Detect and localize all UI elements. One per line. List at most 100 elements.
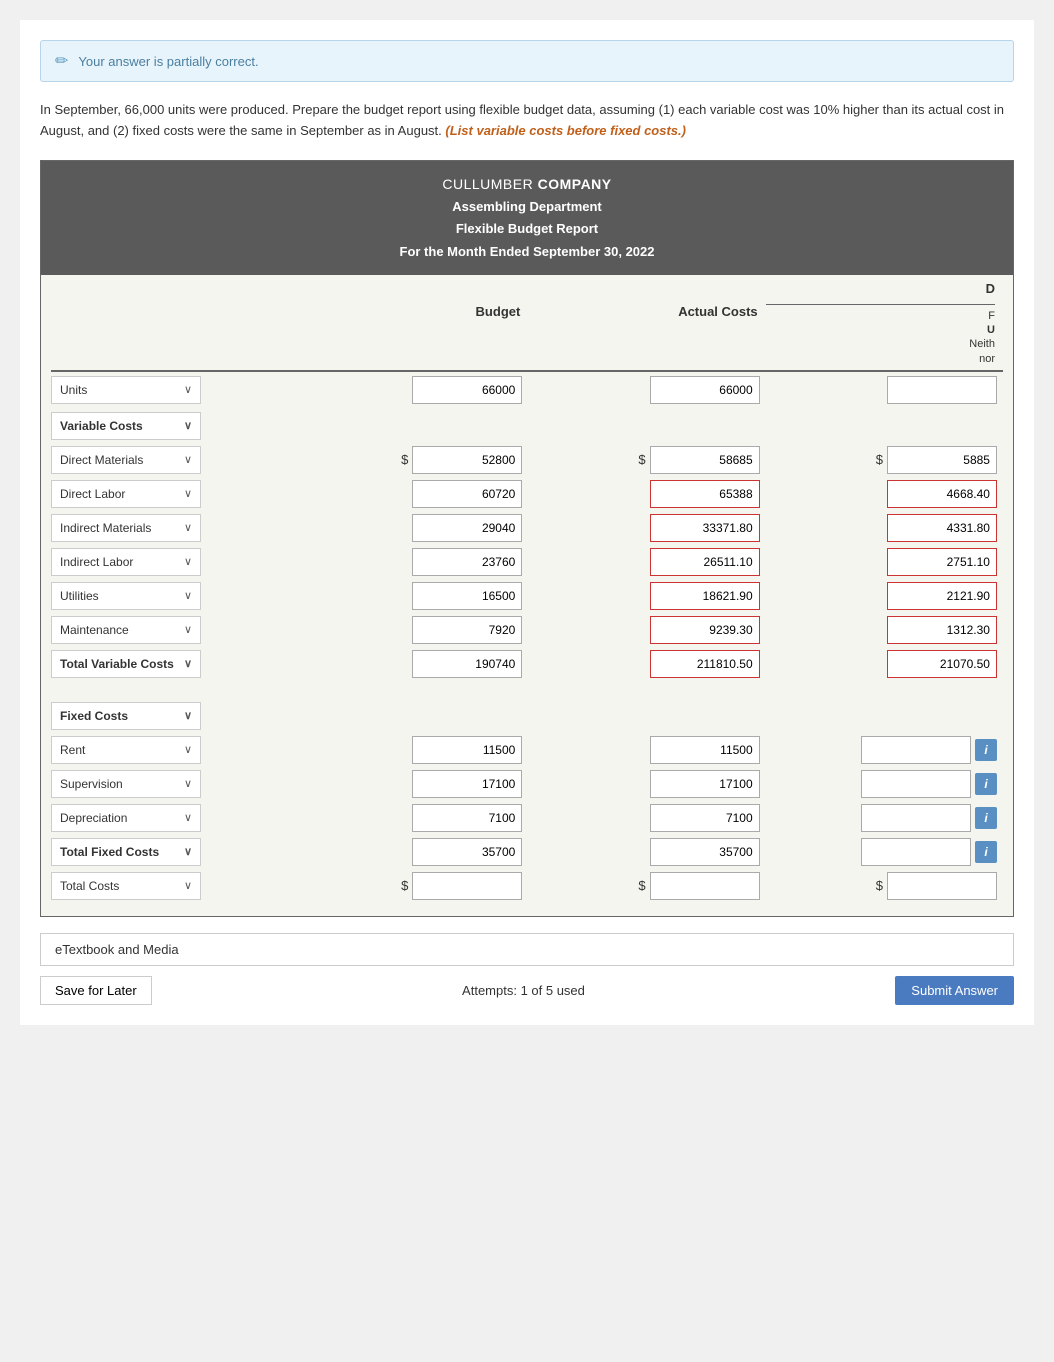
attempts-text: Attempts: 1 of 5 used [462,983,585,998]
row-label-cell: Total Costs∨ [51,872,291,900]
diff-input[interactable] [861,736,971,764]
actual-cell: $ [528,872,765,900]
diff-cell [766,548,1003,576]
row-label-cell: Direct Labor∨ [51,480,291,508]
label-button[interactable]: Variable Costs∨ [51,412,201,440]
diff-input[interactable] [887,376,997,404]
chevron-down-icon: ∨ [184,879,192,892]
actual-cell [528,804,765,832]
diff-input[interactable] [861,770,971,798]
table-row: Indirect Materials ∨ [51,514,1003,542]
table-row: Total Fixed Costs∨ i [51,838,1003,866]
diff-input[interactable] [887,548,997,576]
diff-input[interactable] [887,616,997,644]
diff-f-label: F [766,309,995,323]
actual-input[interactable] [650,446,760,474]
budget-input[interactable] [412,446,522,474]
budget-input[interactable] [412,548,522,576]
budget-input[interactable] [412,872,522,900]
dollar-sign: $ [638,878,645,893]
chevron-down-icon: ∨ [184,419,192,432]
budget-cell [291,582,528,610]
label-button[interactable]: Maintenance∨ [51,616,201,644]
label-button[interactable]: Indirect Labor∨ [51,548,201,576]
diff-input[interactable] [887,446,997,474]
label-button[interactable]: Supervision∨ [51,770,201,798]
company-name: CULLUMBER COMPANY [49,173,1005,197]
label-button[interactable]: Rent∨ [51,736,201,764]
diff-input[interactable] [887,650,997,678]
actual-input[interactable] [650,650,760,678]
label-button[interactable]: Total Fixed Costs∨ [51,838,201,866]
diff-input[interactable] [887,872,997,900]
actual-input[interactable] [650,514,760,542]
info-button[interactable]: i [975,739,997,761]
submit-button[interactable]: Submit Answer [895,976,1014,1005]
actual-input[interactable] [650,548,760,576]
instruction-highlight: (List variable costs before fixed costs.… [445,123,686,138]
chevron-down-icon: ∨ [184,383,192,396]
table-row: Indirect Labor∨ [51,548,1003,576]
budget-cell [291,770,528,798]
budget-input[interactable] [412,616,522,644]
label-button[interactable]: Direct Materials∨ [51,446,201,474]
diff-input[interactable] [887,480,997,508]
label-button[interactable]: Indirect Materials ∨ [51,514,201,542]
diff-input[interactable] [861,838,971,866]
info-button[interactable]: i [975,773,997,795]
diff-underline [766,304,995,307]
chevron-down-icon: ∨ [184,521,192,534]
table-row: Utilities∨ [51,582,1003,610]
diff-col-header-right: F U Neith nor [766,304,1003,366]
label-text: Depreciation [60,811,127,825]
actual-input[interactable] [650,376,760,404]
budget-input[interactable] [412,582,522,610]
etextbook-box: eTextbook and Media [40,933,1014,966]
actual-input[interactable] [650,804,760,832]
budget-input[interactable] [412,736,522,764]
actual-input[interactable] [650,616,760,644]
save-button[interactable]: Save for Later [40,976,152,1005]
actual-input[interactable] [650,736,760,764]
actual-input[interactable] [650,582,760,610]
label-button[interactable]: Utilities∨ [51,582,201,610]
label-button[interactable]: Units∨ [51,376,201,404]
diff-input[interactable] [887,582,997,610]
table-row: Direct Labor∨ [51,480,1003,508]
label-text: Direct Labor [60,487,125,501]
diff-cell [766,376,1003,404]
label-text: Indirect Materials [60,521,151,535]
label-button[interactable]: Depreciation∨ [51,804,201,832]
actual-input[interactable] [650,480,760,508]
info-button[interactable]: i [975,841,997,863]
actual-input[interactable] [650,770,760,798]
row-label-cell: Total Fixed Costs∨ [51,838,291,866]
row-label-cell: Depreciation∨ [51,804,291,832]
row-label-cell: Utilities∨ [51,582,291,610]
row-label-cell: Indirect Materials ∨ [51,514,291,542]
diff-cell: i [766,804,1003,832]
label-button[interactable]: Total Costs∨ [51,872,201,900]
budget-input[interactable] [412,838,522,866]
chevron-down-icon: ∨ [184,657,192,670]
table-row: Units∨ [51,376,1003,404]
budget-input[interactable] [412,770,522,798]
budget-input[interactable] [412,804,522,832]
actual-input[interactable] [650,838,760,866]
budget-input[interactable] [412,480,522,508]
table-row: Supervision∨ i [51,770,1003,798]
chevron-down-icon: ∨ [184,453,192,466]
label-button[interactable]: Total Variable Costs∨ [51,650,201,678]
budget-cell [291,650,528,678]
row-label-cell: Maintenance∨ [51,616,291,644]
diff-cell: i [766,770,1003,798]
diff-input[interactable] [887,514,997,542]
diff-input[interactable] [861,804,971,832]
budget-input[interactable] [412,650,522,678]
actual-input[interactable] [650,872,760,900]
info-button[interactable]: i [975,807,997,829]
budget-input[interactable] [412,514,522,542]
label-button[interactable]: Direct Labor∨ [51,480,201,508]
budget-input[interactable] [412,376,522,404]
label-button[interactable]: Fixed Costs∨ [51,702,201,730]
